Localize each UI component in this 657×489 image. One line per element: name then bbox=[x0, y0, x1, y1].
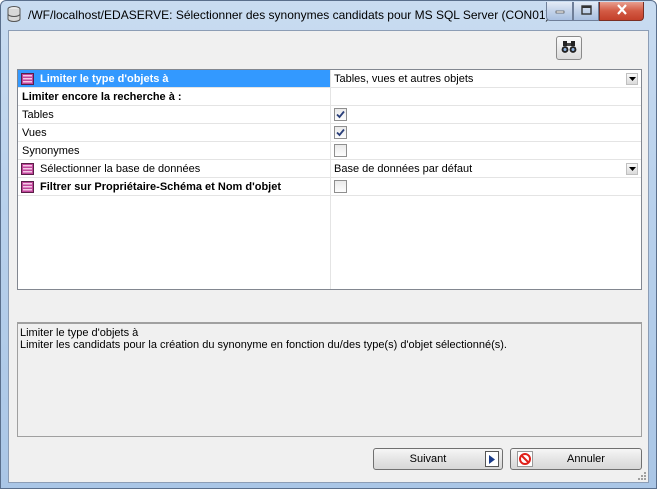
property-label: Tables bbox=[22, 109, 54, 121]
maximize-icon bbox=[580, 4, 592, 18]
dropdown-arrow-icon[interactable] bbox=[626, 73, 638, 85]
dialog-window: /WF/localhost/EDASERVE: Sélectionner des… bbox=[0, 0, 657, 489]
minimize-icon bbox=[555, 5, 565, 17]
binoculars-icon bbox=[561, 40, 577, 57]
section-header: Limiter encore la recherche à : bbox=[22, 91, 182, 103]
property-row-tables[interactable]: Tables bbox=[18, 106, 641, 124]
maximize-button[interactable] bbox=[573, 2, 599, 21]
views-checkbox[interactable] bbox=[334, 126, 347, 139]
window-title: /WF/localhost/EDASERVE: Sélectionner des… bbox=[28, 8, 548, 22]
property-label: Sélectionner la base de données bbox=[40, 163, 201, 175]
next-button[interactable]: Suivant bbox=[373, 448, 503, 470]
property-icon bbox=[21, 72, 35, 88]
tables-checkbox[interactable] bbox=[334, 108, 347, 121]
property-row-views[interactable]: Vues bbox=[18, 124, 641, 142]
minimize-button[interactable] bbox=[546, 2, 573, 21]
close-icon bbox=[616, 4, 628, 18]
property-label: Synonymes bbox=[22, 145, 80, 157]
property-row-database[interactable]: Sélectionner la base de données Base de … bbox=[18, 160, 641, 178]
dropdown-arrow-icon[interactable] bbox=[626, 163, 638, 175]
title-bar[interactable]: /WF/localhost/EDASERVE: Sélectionner des… bbox=[1, 1, 656, 29]
property-value: Base de données par défaut bbox=[334, 163, 473, 175]
property-icon bbox=[21, 180, 35, 196]
property-icon bbox=[21, 162, 35, 178]
dialog-body: Limiter le type d'objets à Tables, vues … bbox=[8, 30, 649, 483]
property-value: Tables, vues et autres objets bbox=[334, 73, 474, 85]
synonyms-checkbox[interactable] bbox=[334, 144, 347, 157]
find-button[interactable] bbox=[556, 36, 582, 60]
property-label: Filtrer sur Propriétaire-Schéma et Nom d… bbox=[40, 181, 282, 193]
property-row-synonyms[interactable]: Synonymes bbox=[18, 142, 641, 160]
close-button[interactable] bbox=[599, 2, 644, 21]
description-panel: Limiter le type d'objets à Limiter les c… bbox=[17, 322, 642, 437]
description-text: Limiter les candidats pour la création d… bbox=[20, 339, 507, 351]
property-grid: Limiter le type d'objets à Tables, vues … bbox=[17, 69, 642, 290]
description-title: Limiter le type d'objets à bbox=[20, 327, 139, 339]
property-row-limit-type[interactable]: Limiter le type d'objets à Tables, vues … bbox=[18, 70, 641, 88]
filter-checkbox[interactable] bbox=[334, 180, 347, 193]
property-row-refine-header: Limiter encore la recherche à : bbox=[18, 88, 641, 106]
database-icon bbox=[7, 6, 21, 23]
property-row-filter[interactable]: Filtrer sur Propriétaire-Schéma et Nom d… bbox=[18, 178, 641, 196]
arrow-right-icon bbox=[485, 451, 499, 467]
property-label: Vues bbox=[22, 127, 47, 139]
cancel-button[interactable]: Annuler bbox=[510, 448, 642, 470]
next-button-label: Suivant bbox=[409, 453, 447, 465]
resize-grip-icon[interactable] bbox=[637, 471, 647, 481]
cancel-button-label: Annuler bbox=[567, 453, 605, 465]
property-label: Limiter le type d'objets à bbox=[40, 73, 169, 85]
